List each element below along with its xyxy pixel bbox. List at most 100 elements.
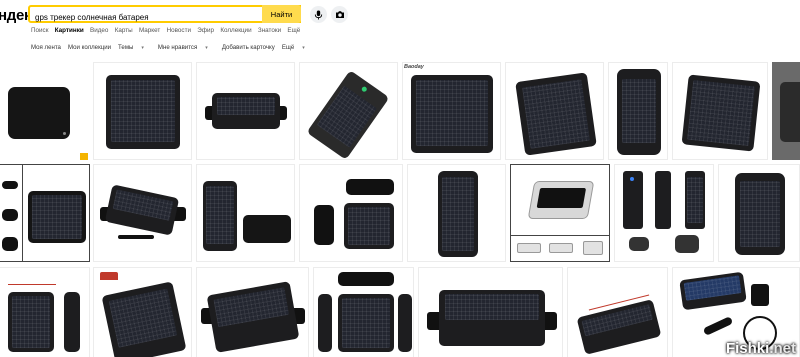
subnav-i-like[interactable]: Мне нравится ▾ [158, 44, 215, 51]
image-result[interactable] [772, 62, 800, 160]
image-result[interactable] [510, 164, 610, 262]
tracker-image [106, 75, 180, 149]
solar-panel [213, 287, 290, 328]
search-field[interactable] [28, 5, 301, 25]
camera-icon [335, 11, 344, 18]
image-result[interactable] [567, 267, 668, 357]
divider-line [511, 235, 609, 236]
image-result[interactable] [718, 164, 800, 262]
tracker-image [617, 69, 661, 155]
tracker-image [318, 294, 332, 352]
image-search-button[interactable] [331, 6, 348, 23]
tracker-image [64, 292, 80, 352]
image-result[interactable] [313, 267, 414, 357]
solar-panel [206, 186, 234, 244]
subnav-add-card[interactable]: Добавить карточку [222, 44, 275, 51]
service-news[interactable]: Новости [167, 27, 191, 34]
service-efir[interactable]: Эфир [197, 27, 214, 34]
status-led [630, 177, 634, 181]
service-more[interactable]: Ещё [287, 27, 300, 34]
search-input[interactable] [30, 10, 299, 25]
divider-line [22, 165, 23, 261]
image-result[interactable] [608, 62, 668, 160]
watermark-text: Fishki [725, 340, 770, 357]
image-result[interactable] [505, 62, 604, 160]
image-result[interactable] [93, 267, 192, 357]
shopping-cart-icon [80, 153, 88, 160]
tracker-image [675, 235, 699, 253]
image-result[interactable] [299, 164, 403, 262]
image-result[interactable] [407, 164, 506, 262]
service-market[interactable]: Маркет [139, 27, 160, 34]
search-button[interactable]: Найти [262, 5, 301, 23]
service-images[interactable]: Картинки [55, 27, 84, 34]
solar-panel [442, 177, 474, 251]
brand-label: Baoday [404, 64, 424, 70]
subnav-my-collections[interactable]: Мои коллекции [68, 44, 111, 51]
subnav-more-label: Ещё [281, 44, 295, 51]
image-result[interactable]: Fishki.net [672, 267, 800, 357]
service-video[interactable]: Видео [90, 27, 108, 34]
tracker-image [780, 82, 800, 142]
solar-panel [316, 85, 378, 148]
solar-panel [687, 177, 703, 223]
tracker-image [527, 181, 595, 219]
tracker-image [629, 237, 649, 251]
tracker-image [206, 281, 300, 353]
cable-image [702, 316, 734, 336]
tracker-image [735, 173, 785, 255]
solar-panel [108, 288, 178, 348]
tracker-image [338, 294, 394, 352]
image-result[interactable] [299, 62, 398, 160]
image-result[interactable] [196, 62, 295, 160]
image-result[interactable] [672, 62, 768, 160]
image-result[interactable] [0, 164, 90, 262]
tracker-image [515, 72, 597, 156]
solar-panel [217, 97, 275, 115]
image-result[interactable] [93, 164, 192, 262]
tracker-image [438, 171, 478, 257]
image-result[interactable]: Baoday [402, 62, 501, 160]
cable-image [118, 235, 154, 239]
image-result[interactable] [0, 267, 90, 357]
image-result[interactable] [614, 164, 714, 262]
subnav-my-feed[interactable]: Моя лента [31, 44, 61, 51]
tracker-image [2, 181, 18, 189]
service-maps[interactable]: Карты [115, 27, 133, 34]
tracker-image [344, 203, 394, 249]
tracker-image [8, 87, 70, 139]
solar-panel [740, 181, 780, 247]
tracker-image [583, 241, 603, 255]
tracker-image [28, 191, 86, 243]
tracker-image [212, 93, 280, 129]
brand-logo [100, 272, 118, 280]
caret-down-icon: ▾ [302, 45, 305, 51]
solar-panel [687, 79, 755, 147]
image-result[interactable] [418, 267, 563, 357]
subnav-more[interactable]: Ещё ▾ [282, 44, 312, 51]
subnav-themes-label: Темы [118, 44, 134, 51]
image-result[interactable] [93, 62, 192, 160]
tracker-image [549, 243, 573, 253]
image-result[interactable] [196, 164, 295, 262]
tracker-image [8, 292, 54, 352]
image-result[interactable] [196, 267, 309, 357]
caret-down-icon: ▾ [205, 45, 208, 51]
tracker-image [517, 243, 541, 253]
service-collections[interactable]: Коллекции [220, 27, 251, 34]
service-search[interactable]: Поиск [31, 27, 48, 34]
voice-search-button[interactable] [310, 6, 327, 23]
image-result[interactable] [0, 62, 89, 160]
services-nav: Поиск Картинки Видео Карты Маркет Новост… [31, 27, 307, 34]
tracker-image [314, 205, 334, 245]
solar-panel [622, 79, 656, 143]
subnav-themes[interactable]: Темы ▾ [118, 44, 151, 51]
solar-panel [12, 296, 50, 348]
charger-image [751, 284, 769, 306]
tracker-image [2, 237, 18, 251]
tracker-image [243, 215, 291, 243]
tracker-image [338, 272, 394, 286]
subnav-i-like-label: Мне нравится [157, 44, 198, 51]
service-znatoki[interactable]: Знатоки [258, 27, 281, 34]
tracker-image [411, 75, 493, 153]
